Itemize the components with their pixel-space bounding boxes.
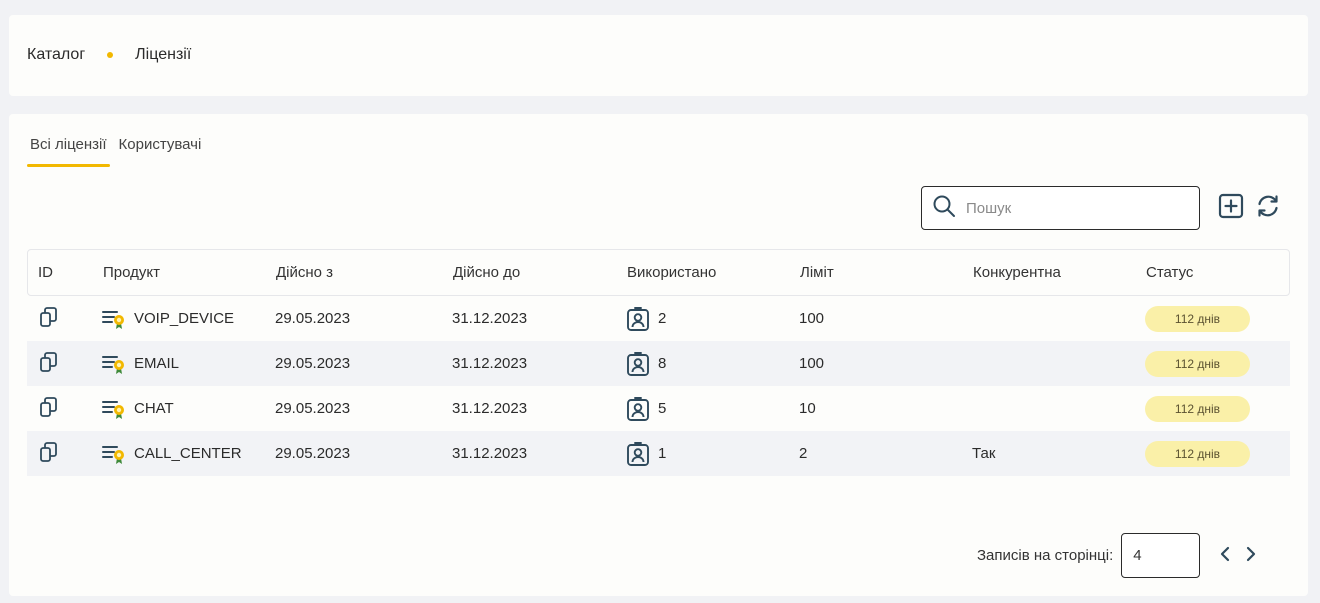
copy-button[interactable]: [27, 351, 102, 377]
status-cell: 112 днів: [1145, 350, 1290, 377]
product-cell: CHAT: [102, 398, 275, 420]
refresh-icon: [1255, 193, 1281, 223]
status-badge: 112 днів: [1145, 440, 1250, 467]
chevron-left-icon: [1218, 546, 1232, 566]
copy-icon: [39, 396, 59, 422]
search-input[interactable]: [966, 199, 1176, 217]
table-body: VOIP_DEVICE 29.05.2023 31.12.2023 2 100 …: [27, 296, 1290, 476]
page-size-value: 4: [1133, 547, 1142, 564]
copy-button[interactable]: [27, 306, 102, 332]
header-valid-from[interactable]: Дійсно з: [276, 264, 453, 281]
user-badge-icon: [626, 306, 650, 332]
copy-button[interactable]: [27, 441, 102, 467]
license-list-icon: [102, 353, 128, 375]
tab-users[interactable]: Користувачі: [116, 136, 205, 166]
used-cell[interactable]: 2: [626, 306, 799, 332]
table-row[interactable]: VOIP_DEVICE 29.05.2023 31.12.2023 2 100 …: [27, 296, 1290, 341]
breadcrumb: Каталог Ліцензії: [27, 46, 191, 64]
header-valid-to[interactable]: Дійсно до: [453, 264, 627, 281]
used-count: 5: [658, 400, 667, 417]
status-cell: 112 днів: [1145, 440, 1290, 467]
used-count: 8: [658, 355, 667, 372]
valid-to: 31.12.2023: [452, 355, 528, 372]
valid-from: 29.05.2023: [275, 400, 351, 417]
header-product[interactable]: Продукт: [103, 264, 276, 281]
breadcrumb-card: Каталог Ліцензії: [9, 15, 1308, 96]
license-list-icon: [102, 308, 128, 330]
valid-from: 29.05.2023: [275, 310, 351, 327]
valid-from: 29.05.2023: [275, 445, 351, 462]
user-badge-icon: [626, 441, 650, 467]
table-row[interactable]: CHAT 29.05.2023 31.12.2023 5 10 112 днів: [27, 386, 1290, 431]
header-concurrent[interactable]: Конкурентна: [973, 264, 1146, 281]
copy-button[interactable]: [27, 396, 102, 422]
breadcrumb-separator: [107, 52, 114, 58]
header-status[interactable]: Статус: [1146, 264, 1291, 281]
status-cell: 112 днів: [1145, 395, 1290, 422]
table-header: ID Продукт Дійсно з Дійсно до Використан…: [27, 249, 1290, 296]
license-list-icon: [102, 398, 128, 420]
copy-icon: [39, 351, 59, 377]
chevron-right-icon: [1244, 546, 1258, 566]
search-box[interactable]: [921, 186, 1200, 230]
licenses-card: Всі ліцензії Користувачі Пошук ID Продук…: [9, 114, 1308, 596]
used-count: 1: [658, 445, 667, 462]
product-cell: CALL_CENTER: [102, 443, 275, 465]
used-cell[interactable]: 5: [626, 396, 799, 422]
status-badge: 112 днів: [1145, 305, 1250, 332]
header-used[interactable]: Використано: [627, 264, 800, 281]
table-row[interactable]: EMAIL 29.05.2023 31.12.2023 8 100 112 дн…: [27, 341, 1290, 386]
used-cell[interactable]: 8: [626, 351, 799, 377]
product-cell: EMAIL: [102, 353, 275, 375]
next-page-button[interactable]: [1242, 546, 1260, 566]
page-size-input[interactable]: 4: [1121, 533, 1201, 578]
licenses-table: ID Продукт Дійсно з Дійсно до Використан…: [27, 249, 1290, 476]
tabs: Всі ліцензії Користувачі: [27, 136, 210, 167]
table-row[interactable]: CALL_CENTER 29.05.2023 31.12.2023 1 2 Та…: [27, 431, 1290, 476]
user-badge-icon: [626, 351, 650, 377]
limit-value: 100: [799, 355, 825, 372]
header-limit[interactable]: Ліміт: [800, 264, 973, 281]
valid-from: 29.05.2023: [275, 355, 351, 372]
user-badge-icon: [626, 396, 650, 422]
used-cell[interactable]: 1: [626, 441, 799, 467]
license-list-icon: [102, 443, 128, 465]
copy-icon: [39, 441, 59, 467]
page-size-label: Записів на сторінці:: [977, 547, 1114, 564]
used-count: 2: [658, 310, 667, 327]
search-icon: [932, 194, 956, 222]
product-name: CHAT: [134, 400, 174, 417]
tab-all-licenses[interactable]: Всі ліцензії: [27, 136, 110, 167]
copy-icon: [39, 306, 59, 332]
prev-page-button[interactable]: [1216, 546, 1234, 566]
add-square-icon: [1218, 193, 1244, 223]
header-id[interactable]: ID: [28, 264, 103, 281]
status-badge: 112 днів: [1145, 395, 1250, 422]
valid-to: 31.12.2023: [452, 445, 528, 462]
breadcrumb-root[interactable]: Каталог: [27, 46, 85, 64]
valid-to: 31.12.2023: [452, 310, 528, 327]
valid-to: 31.12.2023: [452, 400, 528, 417]
refresh-button[interactable]: [1254, 194, 1282, 222]
pagination: Записів на сторінці: 4: [977, 533, 1260, 578]
product-name: VOIP_DEVICE: [134, 310, 235, 327]
breadcrumb-current: Ліцензії: [135, 46, 192, 63]
add-button[interactable]: [1217, 193, 1245, 223]
product-name: CALL_CENTER: [134, 445, 242, 462]
product-name: EMAIL: [134, 355, 180, 372]
limit-value: 100: [799, 310, 825, 327]
status-badge: 112 днів: [1145, 350, 1250, 377]
product-cell: VOIP_DEVICE: [102, 308, 275, 330]
status-cell: 112 днів: [1145, 305, 1290, 332]
limit-value: 2: [799, 445, 808, 462]
concurrent-value: Так: [972, 445, 996, 462]
limit-value: 10: [799, 400, 816, 417]
